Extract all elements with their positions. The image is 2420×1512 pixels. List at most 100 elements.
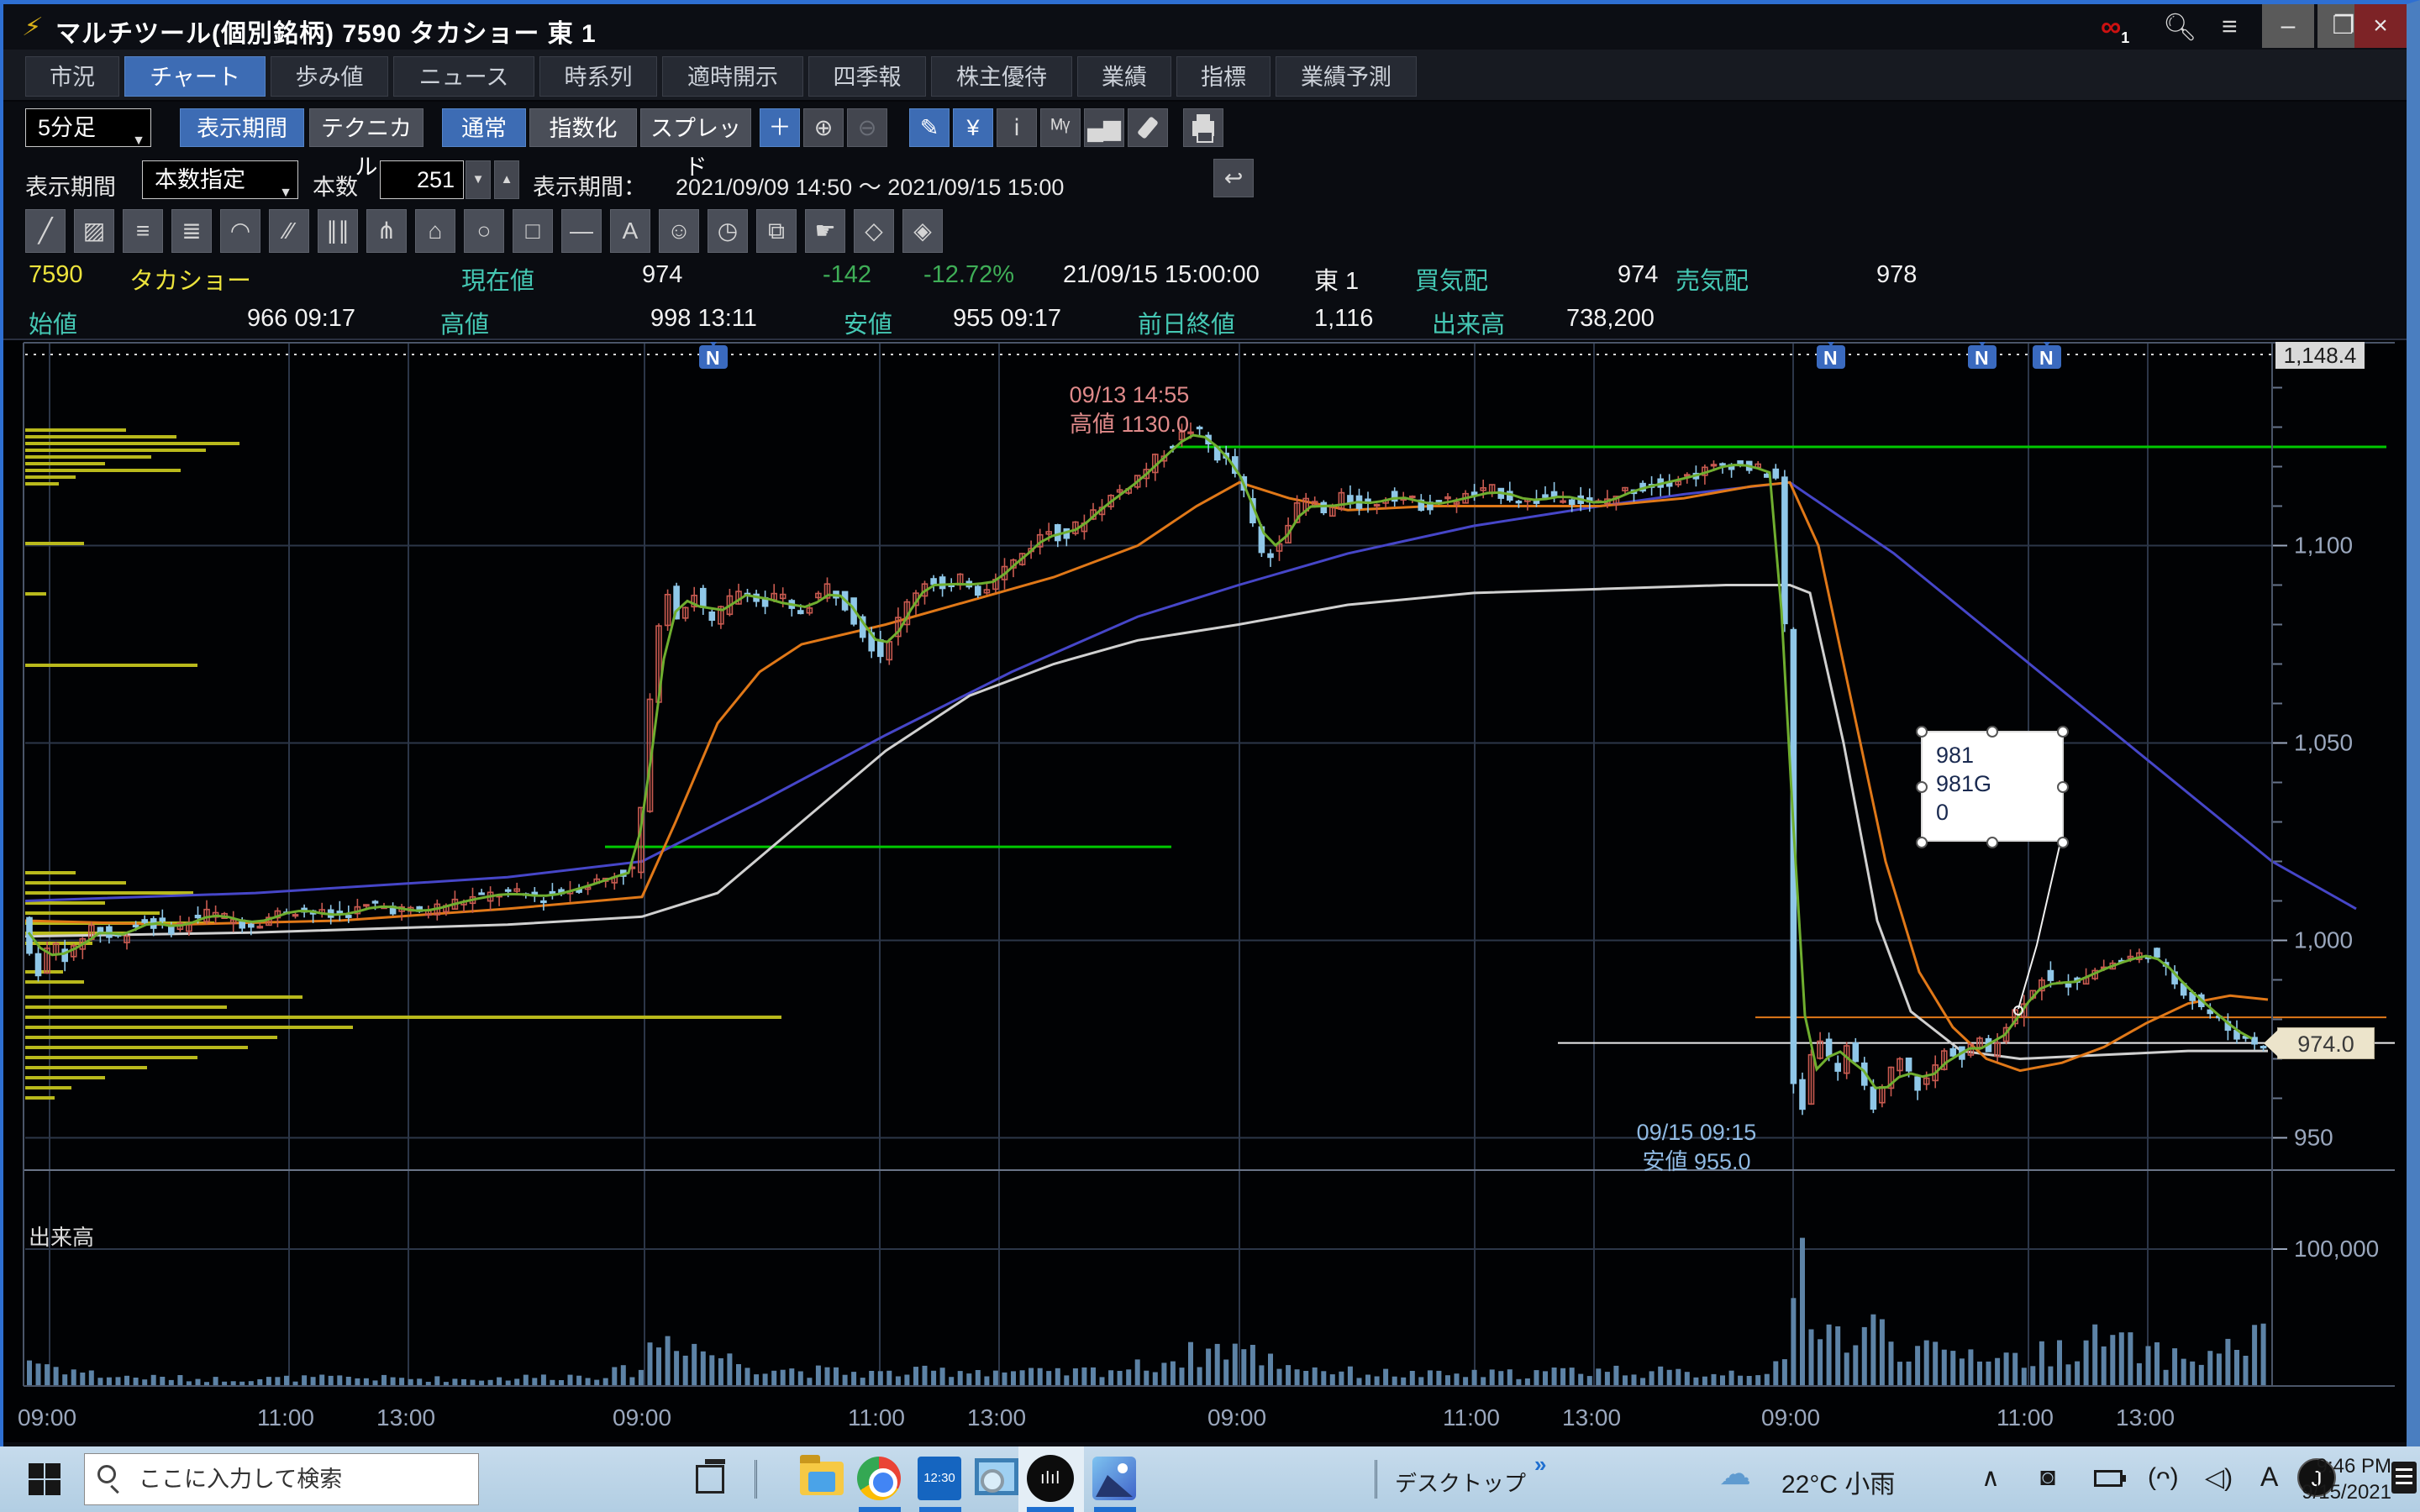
chrome-icon[interactable] — [857, 1457, 901, 1500]
desktop-toolbar-label[interactable]: デスクトップ — [1395, 1467, 1526, 1498]
divider — [755, 1460, 757, 1499]
reload-icon[interactable]: ↩ — [1213, 159, 1254, 197]
resize-handle[interactable] — [2057, 781, 2069, 793]
tab-6[interactable]: 適時開示 — [662, 56, 803, 97]
chevron-expand-icon[interactable]: » — [1534, 1452, 1546, 1478]
annotation-line: 0 — [1936, 798, 2062, 827]
technical-button[interactable]: テクニカル — [309, 108, 424, 147]
wifi-icon[interactable]: (ᴖ) — [2148, 1463, 2179, 1492]
clock-app-icon[interactable]: 12:30 — [918, 1457, 961, 1500]
task-view-icon[interactable] — [696, 1465, 724, 1494]
eraser-icon[interactable]: ◇ — [854, 209, 894, 253]
tab-4[interactable]: ニュース — [393, 56, 534, 97]
count-input[interactable]: 251 — [380, 160, 464, 199]
range-toolbar: 表示期間 本数指定▼ 本数 251 ▼ ▲ 表示期間： 2021/09/09 1… — [3, 155, 2407, 206]
high-annotation: 09/13 14:55高値 1130.0 — [1003, 381, 1255, 439]
pitchfork-icon[interactable]: ⋔ — [366, 209, 407, 253]
weather-icon[interactable]: ☁ — [1719, 1455, 1751, 1493]
text-annotation-box[interactable]: 981 981G 0 — [1921, 731, 2064, 842]
period-value: 2021/09/09 14:50 ～ 2021/09/15 15:00 — [676, 169, 1064, 202]
area-chart-icon[interactable]: ▄▆ — [1084, 108, 1124, 147]
print-icon[interactable] — [1183, 108, 1223, 147]
price-label: 現在値 — [461, 261, 534, 297]
resize-handle[interactable] — [2057, 837, 2069, 848]
weather-text[interactable]: 22°C 小雨 — [1781, 1463, 1895, 1500]
tab-3[interactable]: 歩み値 — [271, 56, 388, 97]
fan-lines-icon[interactable]: ⁄⁄ — [269, 209, 309, 253]
tab-2[interactable]: チャート — [124, 56, 266, 97]
vertical-lines-icon[interactable]: ∥∥ — [318, 209, 358, 253]
speaker-icon[interactable]: ◁) — [2205, 1463, 2233, 1493]
low-value: 955 09:17 — [953, 305, 1061, 333]
my-chart-icon[interactable]: ᴹᵞ — [1040, 108, 1081, 147]
volume-value: 738,200 — [1566, 305, 1655, 333]
spread-button[interactable]: スプレッド — [640, 108, 751, 147]
resize-handle[interactable] — [1986, 726, 1998, 738]
grid-lines-icon[interactable]: ≣ — [171, 209, 212, 253]
text-icon[interactable]: A — [610, 209, 650, 253]
emoji-icon[interactable]: ☺ — [659, 209, 699, 253]
resize-handle[interactable] — [1986, 837, 1998, 848]
tab-11[interactable]: 業績予測 — [1276, 56, 1417, 97]
yen-icon[interactable]: ¥ — [953, 108, 993, 147]
interval-select[interactable]: 5分足▼ — [25, 108, 151, 147]
tab-1[interactable]: 市況 — [25, 56, 119, 97]
trading-app-icon[interactable]: ılıl — [1027, 1455, 1074, 1502]
copy-icon[interactable]: ⧉ — [756, 209, 797, 253]
close-button[interactable]: × — [2354, 4, 2407, 48]
title-bar: ⚡ マルチツール(個別銘柄) 7590 タカショー 東 1 ∞1 🔍︎ ≡ – … — [3, 4, 2407, 50]
battery-icon[interactable] — [2094, 1470, 2123, 1487]
count-up-spinner[interactable]: ▲ — [494, 160, 519, 199]
time-marker-icon[interactable]: ◷ — [708, 209, 748, 253]
tray-caret-icon[interactable]: ∧ — [1981, 1463, 2000, 1493]
info-icon[interactable]: ⅰ — [997, 108, 1037, 147]
fibonacci-arc-icon[interactable]: ◠ — [220, 209, 260, 253]
ellipse-icon[interactable]: ○ — [464, 209, 504, 253]
magnifier-app-icon[interactable] — [975, 1458, 1018, 1495]
menu-icon[interactable]: ≡ — [2222, 11, 2238, 42]
segment-icon[interactable]: — — [561, 209, 602, 253]
windows-taskbar: ここに入力して検索 12:30 ılıl デスクトップ » ☁ 22°C 小雨 … — [0, 1446, 2420, 1512]
svg-text:11:00: 11:00 — [1996, 1404, 2054, 1431]
low-annotation: 09/15 09:15安値 955.0 — [1566, 1118, 1827, 1177]
file-explorer-icon[interactable] — [800, 1462, 844, 1495]
horizontal-lines-icon[interactable]: ≡ — [123, 209, 163, 253]
hand-icon[interactable]: ☛ — [805, 209, 845, 253]
settings-wrench-icon[interactable] — [1128, 108, 1168, 147]
resize-handle[interactable] — [1916, 837, 1928, 848]
chart-area[interactable]: 1,1001,0501,000950100,00009:0011:0013:00… — [3, 340, 2407, 1442]
pentagon-icon[interactable]: ⌂ — [415, 209, 455, 253]
tab-9[interactable]: 業績 — [1077, 56, 1171, 97]
taskbar-clock[interactable]: 9:46 PM9/15/2021 — [2291, 1453, 2391, 1505]
pencil-icon[interactable]: ✎ — [909, 108, 950, 147]
notification-center-icon[interactable] — [2391, 1462, 2417, 1494]
search-icon[interactable]: 🔍︎ — [2163, 11, 2197, 43]
photos-app-icon[interactable] — [1092, 1457, 1136, 1500]
erase-all-icon[interactable]: ◈ — [902, 209, 943, 253]
rectangle-icon[interactable]: □ — [513, 209, 553, 253]
camera-tray-icon[interactable]: ◙ — [2040, 1463, 2055, 1492]
resize-handle[interactable] — [2057, 726, 2069, 738]
period-button[interactable]: 表示期間 — [180, 108, 304, 147]
zoom-in-icon[interactable]: ⊕ — [803, 108, 844, 147]
tab-8[interactable]: 株主優待 — [931, 56, 1072, 97]
taskbar-search-input[interactable]: ここに入力して検索 — [84, 1453, 479, 1505]
tab-10[interactable]: 指標 — [1176, 56, 1270, 97]
parallel-lines-icon[interactable]: ▨ — [74, 209, 114, 253]
range-mode-select[interactable]: 本数指定▼ — [142, 160, 298, 199]
zoom-out-icon[interactable]: ⊖ — [847, 108, 887, 147]
resize-handle[interactable] — [1916, 726, 1928, 738]
minimize-button[interactable]: – — [2262, 4, 2314, 48]
resize-handle[interactable] — [1916, 781, 1928, 793]
count-down-spinner[interactable]: ▼ — [466, 160, 491, 199]
trendline-icon[interactable]: ╱ — [25, 209, 66, 253]
app-window: ⚡ マルチツール(個別銘柄) 7590 タカショー 東 1 ∞1 🔍︎ ≡ – … — [0, 0, 2420, 1446]
link-icon[interactable]: ∞1 — [2101, 11, 2129, 47]
tab-7[interactable]: 四季報 — [808, 56, 926, 97]
start-button[interactable] — [29, 1463, 60, 1495]
indexed-button[interactable]: 指数化 — [529, 108, 637, 147]
normal-button[interactable]: 通常 — [442, 108, 526, 147]
ime-letter[interactable]: A — [2260, 1462, 2278, 1493]
crosshair-icon[interactable]: ＋ — [760, 108, 800, 147]
tab-5[interactable]: 時系列 — [539, 56, 657, 97]
